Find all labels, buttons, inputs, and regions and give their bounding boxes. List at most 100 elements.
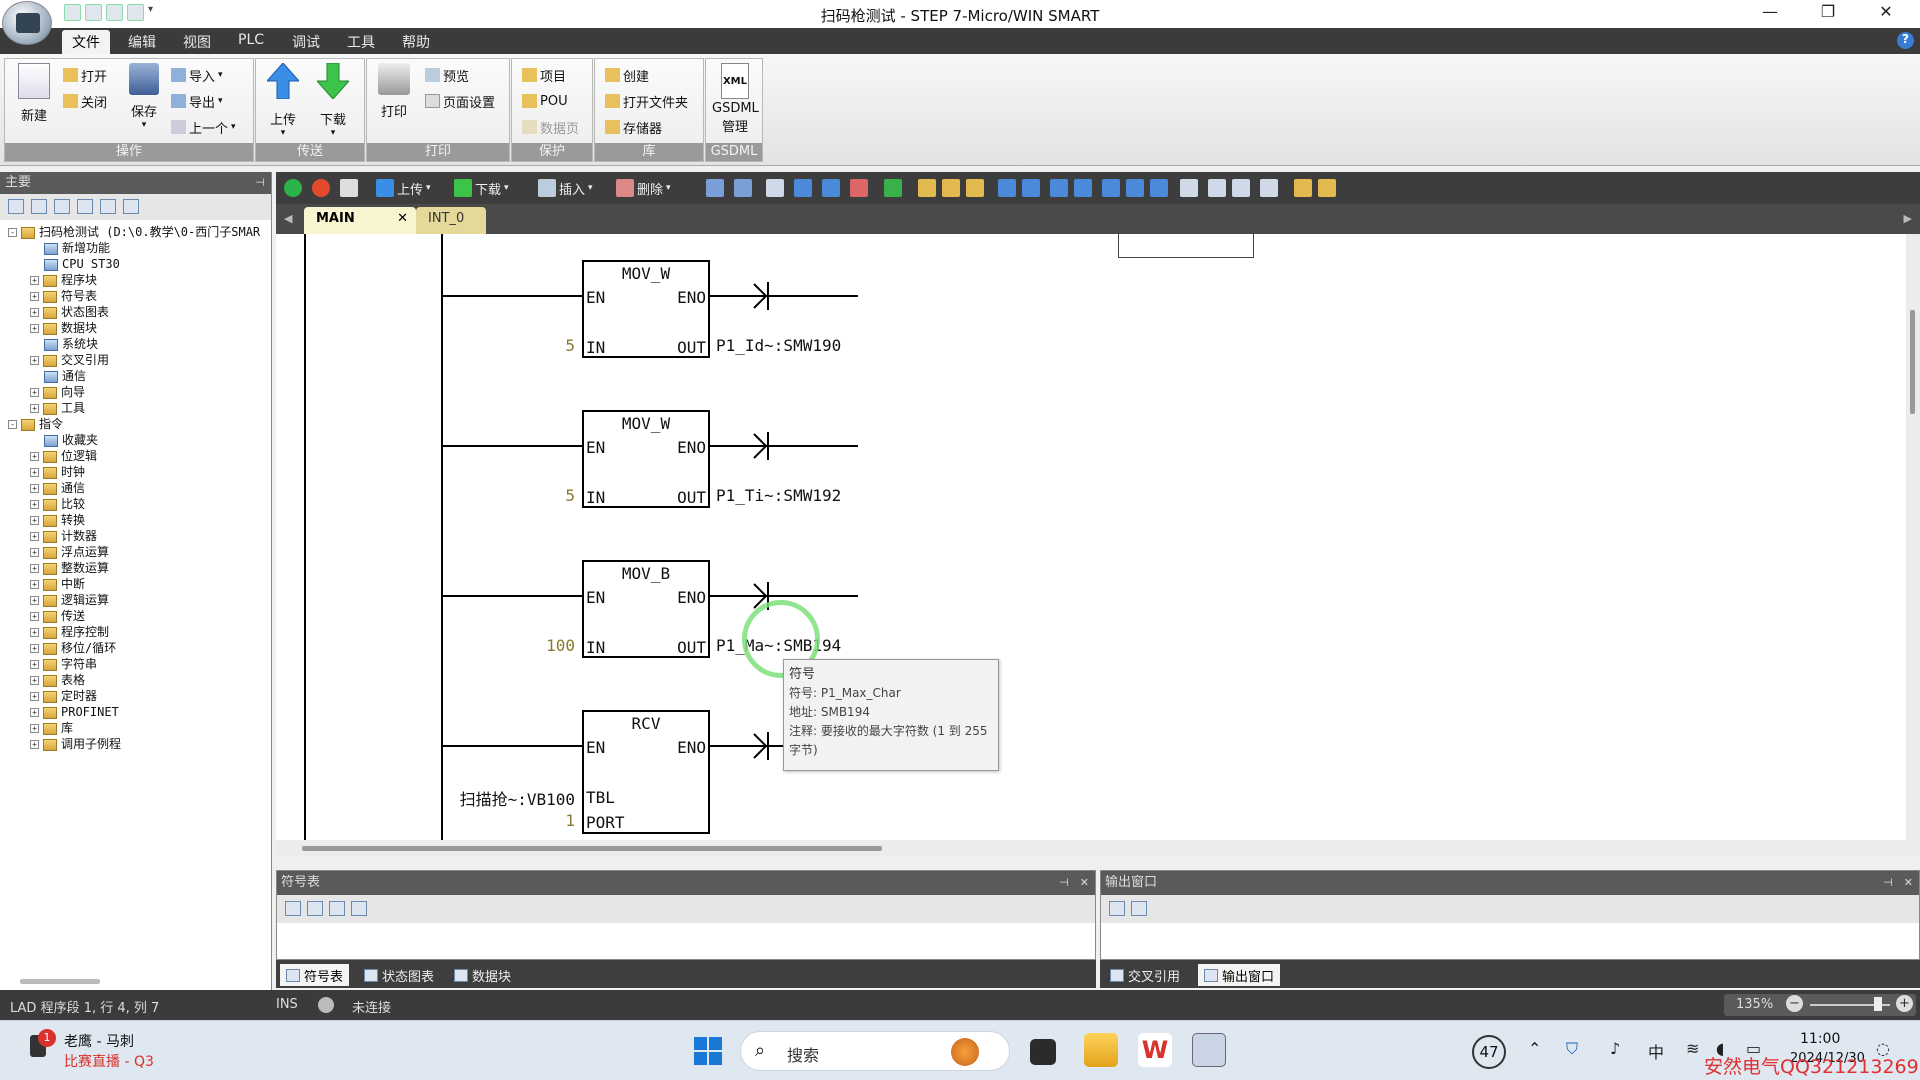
in-value[interactable]: 5 xyxy=(565,486,575,505)
tree-expander-icon[interactable]: + xyxy=(30,708,39,717)
doc-icon[interactable] xyxy=(54,199,70,214)
tree-node[interactable]: + 位逻辑 xyxy=(30,449,97,464)
tree-node[interactable]: + 移位/循环 xyxy=(30,641,116,656)
tab-scroll-right-icon[interactable]: ▶ xyxy=(1904,212,1912,225)
open-library-folder-button[interactable]: 打开文件夹 xyxy=(605,91,688,111)
tab-main[interactable]: MAIN ✕ xyxy=(304,207,416,234)
tree-expander-icon[interactable]: + xyxy=(30,676,39,685)
tree-expander-icon[interactable]: + xyxy=(30,276,39,285)
tree-expander-icon[interactable]: + xyxy=(30,740,39,749)
step7-app-icon[interactable] xyxy=(1192,1033,1226,1067)
view-icon[interactable] xyxy=(8,199,24,214)
stop-button[interactable] xyxy=(312,178,330,198)
pin-icon[interactable]: ⊣ xyxy=(255,172,265,194)
tree-expander-icon[interactable]: + xyxy=(30,532,39,541)
tree-expander-icon[interactable]: + xyxy=(30,324,39,333)
delete-row-icon[interactable] xyxy=(307,901,323,916)
editor-vertical-scrollbar[interactable] xyxy=(1906,234,1920,856)
protect-pou-button[interactable]: POU xyxy=(522,91,568,111)
task-view-icon[interactable] xyxy=(1030,1039,1056,1065)
editor-horizontal-scrollbar[interactable] xyxy=(276,840,1906,856)
tree-node[interactable]: + 浮点运算 xyxy=(30,545,109,560)
zoom-out-icon[interactable]: − xyxy=(1786,995,1803,1012)
zoom-control[interactable]: 135% − + xyxy=(1724,994,1916,1016)
toolbar-tool-icon[interactable] xyxy=(942,179,960,197)
toolbar-tool-icon[interactable] xyxy=(734,179,752,197)
tree-expander-icon[interactable]: + xyxy=(30,468,39,477)
toolbar-tool-icon[interactable] xyxy=(1260,179,1278,197)
toolbar-tool-icon[interactable] xyxy=(1050,179,1068,197)
pin-icon[interactable]: ⊣ xyxy=(1059,871,1069,895)
rcv-block[interactable]: RCV EN ENO TBL PORT xyxy=(582,710,710,834)
toolbar-tool-icon[interactable] xyxy=(1294,179,1312,197)
previous-button[interactable]: 上一个 ▾ xyxy=(171,117,236,137)
ime-indicator[interactable]: 中 xyxy=(1648,1039,1664,1063)
close-panel-icon[interactable]: ✕ xyxy=(1904,871,1913,895)
tree-node[interactable]: + 转换 xyxy=(30,513,85,528)
tab-cross-reference[interactable]: 交叉引用 xyxy=(1104,964,1186,986)
toolbar-tool-icon[interactable] xyxy=(1232,179,1250,197)
tree-expander-icon[interactable]: + xyxy=(30,500,39,509)
mov-b-block[interactable]: MOV_B EN ENO IN OUT xyxy=(582,560,710,658)
tree-node[interactable]: + 逻辑运算 xyxy=(30,593,109,608)
help-icon[interactable]: ? xyxy=(1897,32,1914,49)
tree-node[interactable]: + 通信 xyxy=(30,481,85,496)
close-tab-icon[interactable]: ✕ xyxy=(397,211,408,226)
toolbar-tool-icon[interactable] xyxy=(1102,179,1120,197)
horizontal-scrollbar[interactable] xyxy=(20,979,100,984)
tbl-symbol[interactable]: 扫描抢~:VB100 xyxy=(460,786,575,810)
mov-w-block-2[interactable]: MOV_W EN ENO IN OUT xyxy=(582,410,710,508)
out-symbol[interactable]: P1_Id~:SMW190 xyxy=(716,336,841,355)
toolbar-tool-icon[interactable] xyxy=(1318,179,1336,197)
tree-node[interactable]: + 程序控制 xyxy=(30,625,109,640)
tree-node[interactable]: 通信 xyxy=(44,369,86,384)
tree-node[interactable]: + 整数运算 xyxy=(30,561,109,576)
tree-node[interactable]: + 计数器 xyxy=(30,529,97,544)
toolbar-tool-icon[interactable] xyxy=(794,179,812,197)
toolbar-tool-icon[interactable] xyxy=(1126,179,1144,197)
tree-expander-icon[interactable]: + xyxy=(30,644,39,653)
copy-icon[interactable] xyxy=(1131,901,1147,916)
tree-node[interactable]: + 交叉引用 xyxy=(30,353,109,368)
clear-icon[interactable] xyxy=(1109,901,1125,916)
app-menu-orb[interactable] xyxy=(2,1,52,45)
chart-icon[interactable] xyxy=(100,199,116,214)
tree-node[interactable]: + 库 xyxy=(30,721,73,736)
toolbar-tool-icon[interactable] xyxy=(918,179,936,197)
tree-expander-icon[interactable]: + xyxy=(30,580,39,589)
ladder-editor[interactable]: MOV_W EN ENO IN OUT 5 P1_Id~:SMW190 MOV_… xyxy=(276,234,1906,840)
tree-expander-icon[interactable]: + xyxy=(30,292,39,301)
print-button[interactable]: 打印 xyxy=(373,63,415,120)
add-row-icon[interactable] xyxy=(285,901,301,916)
insert-button[interactable]: 插入 ▾ xyxy=(538,178,593,198)
tree-expander-icon[interactable]: + xyxy=(30,548,39,557)
tab-symbol-table[interactable]: 符号表 xyxy=(280,964,350,986)
library-memory-button[interactable]: 存储器 xyxy=(605,117,662,137)
preview-button[interactable]: 预览 xyxy=(425,65,469,85)
tree-node[interactable]: 系统块 xyxy=(44,337,98,352)
tree-node[interactable]: + 时钟 xyxy=(30,465,85,480)
tree-expander-icon[interactable]: + xyxy=(30,388,39,397)
wifi-icon[interactable]: ≋ xyxy=(1686,1039,1699,1058)
taskbar-search[interactable]: ⌕ 搜索 xyxy=(740,1031,1010,1071)
doc2-icon[interactable] xyxy=(77,199,93,214)
toolbar-tool-icon[interactable] xyxy=(850,179,868,197)
tree-node[interactable]: 收藏夹 xyxy=(44,433,98,448)
table-icon[interactable] xyxy=(329,901,345,916)
tree-node[interactable]: + 状态图表 xyxy=(30,305,109,320)
tree-expander-icon[interactable]: + xyxy=(30,452,39,461)
menu-help[interactable]: 帮助 xyxy=(402,32,430,52)
toolbar-tool-icon[interactable] xyxy=(1022,179,1040,197)
toolbar-tool-icon[interactable] xyxy=(822,179,840,197)
port-value[interactable]: 1 xyxy=(565,811,575,830)
tab-data-block[interactable]: 数据块 xyxy=(448,964,517,986)
upload-button[interactable]: 上传 ▾ xyxy=(262,62,304,138)
toolbar-tool-icon[interactable] xyxy=(1150,179,1168,197)
tree-node[interactable]: CPU ST30 xyxy=(44,257,120,272)
clock-time[interactable]: 11:00 xyxy=(1800,1031,1840,1047)
tree-node[interactable]: + 表格 xyxy=(30,673,85,688)
mov-w-block-1[interactable]: MOV_W EN ENO IN OUT xyxy=(582,260,710,358)
toolbar-tool-icon[interactable] xyxy=(766,179,784,197)
microphone-icon[interactable]: ♪ xyxy=(1610,1039,1620,1058)
protect-project-button[interactable]: 项目 xyxy=(522,65,566,85)
